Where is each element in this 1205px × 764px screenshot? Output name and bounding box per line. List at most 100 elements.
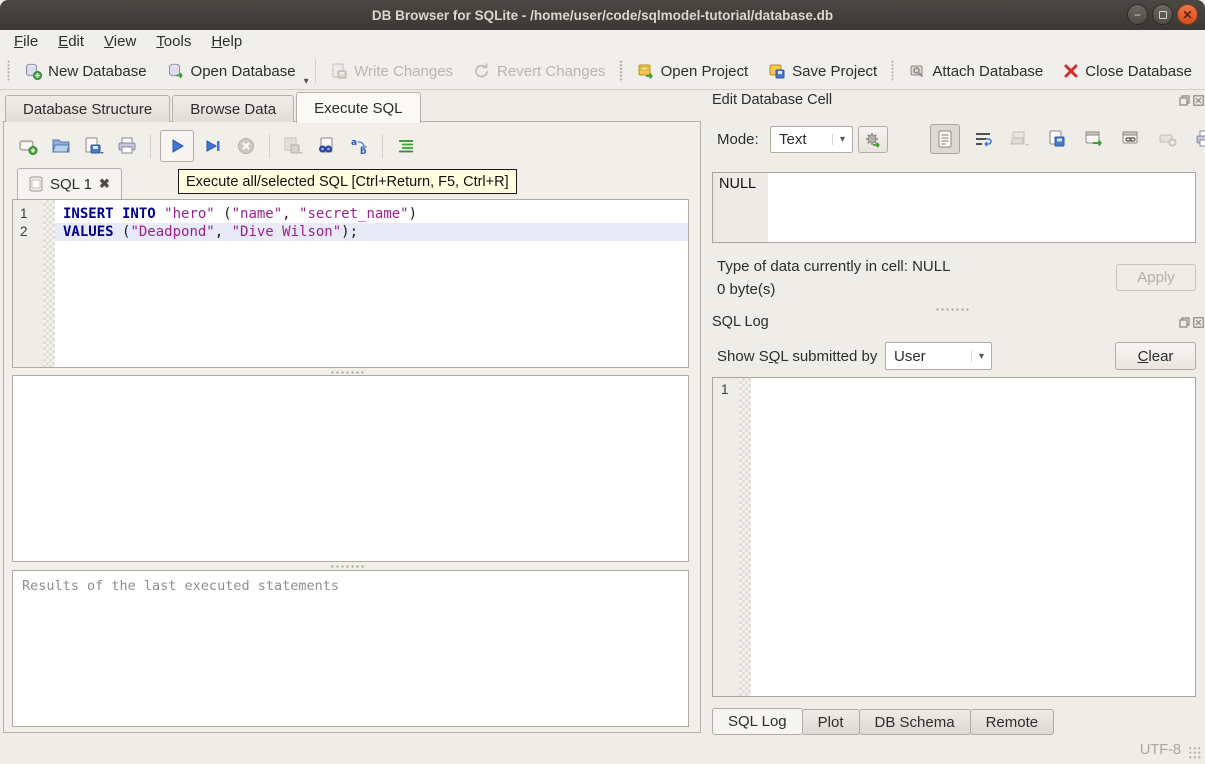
text-mode-toggle-button[interactable] [930, 124, 960, 154]
sql-code[interactable]: INSERT INTO "hero" ("name", "secret_name… [55, 200, 688, 367]
save-as-icon [1047, 130, 1067, 148]
print-icon [1195, 129, 1205, 149]
titlebar: DB Browser for SQLite - /home/user/code/… [0, 0, 1205, 30]
tab-execute-sql[interactable]: Execute SQL [296, 92, 420, 123]
save-sql-file-button[interactable] [80, 132, 108, 160]
open-file-icon [1010, 130, 1030, 148]
set-null-icon [1158, 130, 1178, 148]
open-database-icon [167, 62, 185, 80]
cell-size-info: 0 byte(s) [717, 281, 775, 298]
menu-help[interactable]: Help [201, 31, 252, 52]
toolbar-grip[interactable] [7, 60, 10, 82]
copy-link-button[interactable] [1117, 125, 1145, 153]
clear-log-button[interactable]: Clear [1115, 342, 1196, 370]
results-message-pane: Results of the last executed statements [12, 570, 689, 727]
maximize-button[interactable] [1152, 4, 1173, 25]
close-button[interactable]: ✕ [1177, 4, 1198, 25]
open-database-dropdown-icon[interactable]: ▾ [304, 76, 309, 89]
dock-tab-db-schema[interactable]: DB Schema [859, 709, 971, 735]
log-filter-select[interactable]: User ▾ [885, 342, 992, 370]
import-data-button [1006, 125, 1034, 153]
save-project-icon [768, 62, 786, 80]
sql-log-view[interactable]: 1 [712, 377, 1196, 697]
auto-switch-mode-button[interactable] [858, 126, 888, 153]
float-dock-icon[interactable] [1179, 317, 1190, 328]
line-number: 1 [13, 205, 43, 223]
menu-file[interactable]: File [4, 31, 48, 52]
horizontal-splitter[interactable] [330, 564, 366, 569]
revert-changes-icon [473, 62, 491, 80]
execute-tooltip: Execute all/selected SQL [Ctrl+Return, F… [178, 169, 517, 194]
app-window: DB Browser for SQLite - /home/user/code/… [0, 0, 1205, 764]
chevron-down-icon: ▾ [832, 134, 852, 145]
new-database-button[interactable]: New Database [15, 58, 155, 84]
dock-tab-bar: SQL Log Plot DB Schema Remote [712, 708, 1053, 735]
sql-toolbar: ab [14, 130, 420, 162]
minimize-button[interactable]: − [1127, 4, 1148, 25]
sql-editor[interactable]: 1 2 INSERT INTO "hero" ("name", "secret_… [12, 199, 689, 368]
menubar: File Edit View Tools Help [0, 30, 1205, 53]
close-database-button[interactable]: Close Database [1054, 59, 1201, 84]
dock-tab-sql-log[interactable]: SQL Log [712, 708, 803, 735]
sql-document-icon [29, 176, 43, 192]
close-dock-icon[interactable] [1193, 95, 1204, 106]
tab-browse-data[interactable]: Browse Data [172, 95, 294, 122]
new-sql-tab-button[interactable] [14, 132, 42, 160]
execute-sql-button[interactable] [160, 130, 194, 162]
dock-tab-remote[interactable]: Remote [970, 709, 1055, 735]
print-button[interactable] [113, 132, 141, 160]
close-sql-tab-icon[interactable]: ✖ [99, 176, 110, 192]
close-dock-icon[interactable] [1193, 317, 1204, 328]
replace-button[interactable]: ab [345, 132, 373, 160]
set-null-button [1154, 125, 1182, 153]
resize-grip[interactable] [1188, 746, 1202, 760]
float-dock-icon[interactable] [1179, 95, 1190, 106]
edit-cell-dock-title: Edit Database Cell [712, 92, 832, 108]
menu-tools[interactable]: Tools [146, 31, 201, 52]
replace-icon: ab [349, 136, 369, 156]
new-tab-icon [18, 136, 38, 156]
close-icon: ✕ [1182, 9, 1192, 21]
log-line-number-gutter: 1 [713, 378, 739, 696]
apply-button: Apply [1116, 264, 1196, 291]
edit-cell-toolbar [930, 124, 1205, 154]
line-number-gutter: 1 2 [13, 200, 43, 367]
toolbar-grip[interactable] [891, 60, 894, 82]
open-in-window-icon [1084, 130, 1104, 148]
format-sql-button[interactable] [392, 132, 420, 160]
cell-value-editor[interactable]: NULL [712, 172, 1196, 243]
find-icon [316, 136, 336, 156]
sql-document-tab[interactable]: SQL 1 ✖ [17, 168, 122, 199]
print-cell-button[interactable] [1191, 125, 1205, 153]
log-content [751, 378, 1195, 696]
revert-changes-button: Revert Changes [464, 58, 614, 84]
tab-database-structure[interactable]: Database Structure [5, 95, 170, 122]
save-project-button[interactable]: Save Project [759, 58, 886, 84]
main-toolbar: New Database Open Database ▾ Write Chang… [0, 53, 1205, 90]
find-button[interactable] [312, 132, 340, 160]
cell-content[interactable] [768, 173, 1195, 242]
chevron-down-icon: ▾ [971, 351, 991, 362]
dock-tab-plot[interactable]: Plot [802, 709, 860, 735]
attach-database-button[interactable]: Attach Database [899, 58, 1052, 84]
encoding-indicator[interactable]: UTF-8 [1140, 742, 1181, 758]
mode-select[interactable]: Text ▾ [770, 126, 853, 153]
line-number: 2 [13, 223, 43, 241]
status-bar: UTF-8 [0, 734, 1205, 764]
execute-current-line-button[interactable] [199, 132, 227, 160]
menu-view[interactable]: View [94, 31, 146, 52]
dock-splitter[interactable] [935, 307, 971, 312]
open-sql-file-button[interactable] [47, 132, 75, 160]
open-database-button[interactable]: Open Database [158, 58, 305, 84]
save-results-icon [282, 136, 304, 156]
main-tab-bar: Database Structure Browse Data Execute S… [5, 92, 421, 122]
export-data-button[interactable] [1043, 125, 1071, 153]
toolbar-grip[interactable] [619, 60, 622, 82]
write-changes-button: Write Changes [321, 58, 462, 84]
sql-tab-label: SQL 1 [50, 176, 92, 193]
open-project-button[interactable]: Open Project [628, 58, 758, 84]
format-sql-icon [397, 137, 415, 155]
word-wrap-button[interactable] [969, 125, 997, 153]
open-in-external-button[interactable] [1080, 125, 1108, 153]
menu-edit[interactable]: Edit [48, 31, 94, 52]
